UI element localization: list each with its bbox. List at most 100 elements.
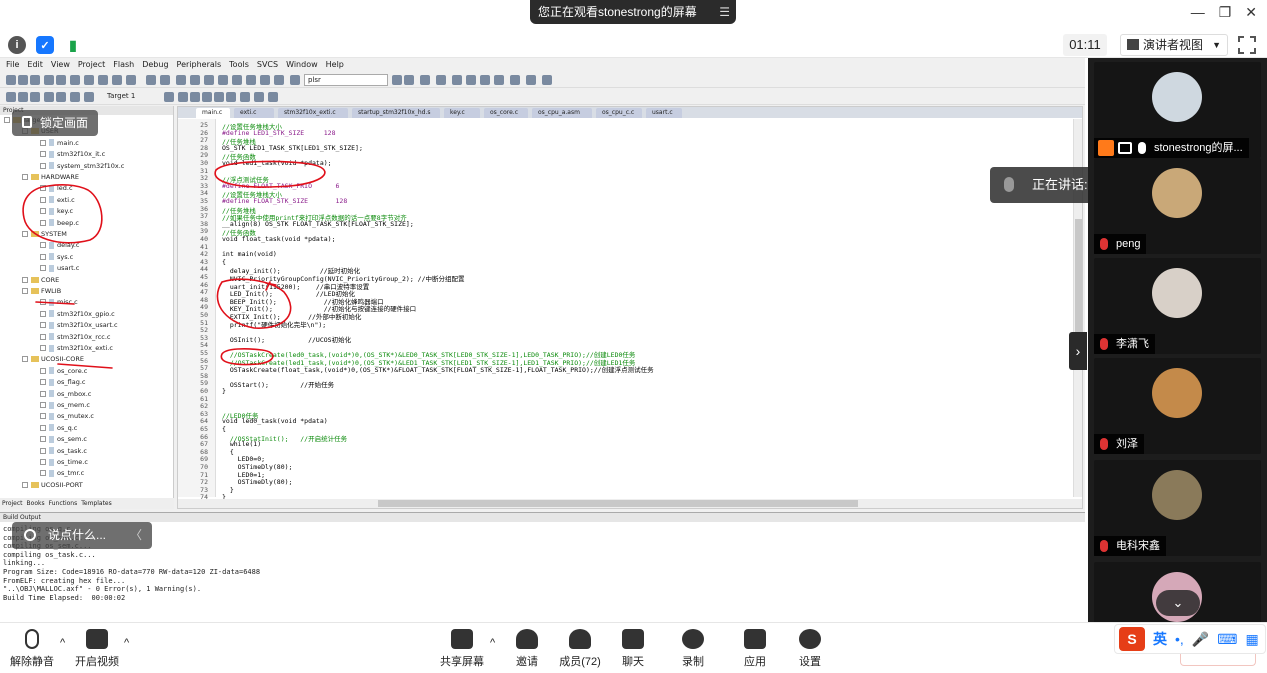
toolbar-button[interactable]	[246, 75, 256, 85]
expand-icon[interactable]	[40, 299, 46, 306]
expand-icon[interactable]	[40, 390, 46, 397]
menu-item[interactable]: Debug	[142, 58, 168, 72]
expand-icon[interactable]	[40, 436, 46, 443]
tree-item[interactable]: key.c	[40, 207, 73, 215]
tree-item[interactable]: os_sem.c	[40, 435, 87, 443]
tree-item[interactable]: HARDWARE	[22, 173, 79, 181]
toolbar-button[interactable]	[480, 75, 490, 85]
invite-button[interactable]: 邀请	[514, 629, 540, 669]
toolbar-button[interactable]	[176, 75, 186, 85]
tree-item[interactable]: stm32f10x_gpio.c	[40, 310, 115, 318]
toolbar-button[interactable]	[452, 75, 462, 85]
target-select[interactable]: Target 1	[107, 92, 135, 100]
keyboard-icon[interactable]: ⌨	[1217, 631, 1237, 648]
scroll-thumb[interactable]	[378, 500, 858, 507]
tree-item[interactable]: os_tmr.c	[40, 469, 84, 477]
toolbar-button[interactable]	[18, 92, 28, 102]
menu-item[interactable]: View	[51, 58, 70, 72]
tree-item[interactable]: usart.c	[40, 264, 79, 272]
expand-icon[interactable]	[40, 310, 46, 317]
toolbar-button[interactable]	[44, 92, 54, 102]
tree-item[interactable]: stm32f10x_usart.c	[40, 321, 118, 329]
record-button[interactable]: 录制	[680, 629, 706, 669]
info-icon[interactable]: i	[8, 36, 26, 54]
toolbar-button[interactable]	[420, 75, 430, 85]
tree-item[interactable]: os_flag.c	[40, 378, 85, 386]
expand-icon[interactable]	[40, 139, 46, 146]
file-tab[interactable]: os_cpu_c.c	[596, 108, 642, 118]
tree-item[interactable]: misc.c	[40, 298, 78, 306]
menu-icon[interactable]: ☰	[719, 0, 730, 24]
toolbar-button[interactable]	[392, 75, 402, 85]
toolbar-button[interactable]	[112, 75, 122, 85]
toolbar-button[interactable]	[178, 92, 188, 102]
toolbar-button[interactable]	[240, 92, 250, 102]
toolbar-button[interactable]	[70, 92, 80, 102]
apps-button[interactable]: 应用	[742, 629, 768, 669]
toolbar-button[interactable]	[542, 75, 552, 85]
toolbar-button[interactable]	[126, 75, 136, 85]
toolbar-button[interactable]	[404, 75, 414, 85]
menu-item[interactable]: Peripherals	[177, 58, 222, 72]
toolbar-button[interactable]	[56, 75, 66, 85]
sogou-icon[interactable]: S	[1119, 627, 1145, 651]
toolbar-button[interactable]	[56, 92, 66, 102]
toolbar-button[interactable]	[466, 75, 476, 85]
tree-item[interactable]: system_stm32f10x.c	[40, 162, 124, 170]
file-tab[interactable]: usart.c	[646, 108, 682, 118]
expand-icon[interactable]	[40, 402, 46, 408]
toolbar-button[interactable]	[84, 92, 94, 102]
file-tab[interactable]: startup_stm32f10x_hd.s	[352, 108, 440, 118]
expand-icon[interactable]	[22, 276, 28, 283]
toolbar-button[interactable]	[226, 92, 236, 102]
expand-icon[interactable]	[22, 356, 28, 363]
toolbar-button[interactable]	[6, 75, 16, 85]
toolbar-button[interactable]	[510, 75, 520, 85]
participant-tile[interactable]: stonestrong的屏...	[1094, 62, 1261, 158]
toolbar-button[interactable]	[436, 75, 446, 85]
expand-icon[interactable]	[22, 174, 28, 180]
unmute-button[interactable]: 解除静音	[10, 629, 54, 669]
toolbar-button[interactable]	[98, 75, 108, 85]
expand-icon[interactable]	[40, 333, 46, 340]
file-tab[interactable]: key.c	[444, 108, 480, 118]
fullscreen-icon[interactable]	[1238, 36, 1256, 54]
menu-item[interactable]: Flash	[113, 58, 134, 72]
participant-tile[interactable]: peng	[1094, 158, 1261, 254]
participant-tile[interactable]: 李潇飞	[1094, 258, 1261, 354]
toolbar-button[interactable]	[290, 75, 300, 85]
tree-item[interactable]: os_mbox.c	[40, 390, 91, 398]
toolbar-button[interactable]	[214, 92, 224, 102]
toolbar-button[interactable]	[202, 92, 212, 102]
toolbar-button[interactable]	[274, 75, 284, 85]
expand-icon[interactable]	[40, 151, 46, 158]
file-tab[interactable]: os_core.c	[484, 108, 528, 118]
close-icon[interactable]: ✕	[1245, 4, 1257, 21]
tree-item[interactable]: SYSTEM	[22, 230, 67, 238]
expand-icon[interactable]	[40, 367, 46, 374]
expand-icon[interactable]	[40, 185, 46, 192]
chat-input-chip[interactable]: 说点什么... 〈	[12, 522, 152, 549]
tree-item[interactable]: UCOSII-CORE	[22, 355, 84, 363]
toolbar-button[interactable]	[30, 92, 40, 102]
expand-icon[interactable]	[40, 413, 46, 420]
tree-item[interactable]: CORE	[22, 276, 59, 284]
tree-item[interactable]: os_mutex.c	[40, 412, 94, 420]
punctuation-icon[interactable]: •,	[1175, 631, 1184, 647]
shield-icon[interactable]: ✓	[36, 36, 54, 54]
toolbar-button[interactable]	[30, 75, 40, 85]
restore-icon[interactable]: ❐	[1219, 4, 1232, 21]
view-mode-dropdown[interactable]: 演讲者视图 ▼	[1120, 34, 1228, 56]
toolbar-button[interactable]	[218, 75, 228, 85]
tree-item[interactable]: stm32f10x_it.c	[40, 150, 105, 158]
tree-item[interactable]: os_mem.c	[40, 401, 90, 409]
members-button[interactable]: 成员(72)	[558, 629, 602, 669]
toolbar-button[interactable]	[526, 75, 536, 85]
expand-icon[interactable]	[40, 345, 46, 351]
chat-button[interactable]: 聊天	[620, 629, 646, 669]
expand-icon[interactable]	[40, 208, 46, 215]
signal-icon[interactable]: ▮	[64, 36, 82, 54]
expand-icon[interactable]	[40, 219, 46, 226]
settings-button[interactable]: 设置	[797, 629, 823, 669]
collapse-panel-button[interactable]: ›	[1069, 332, 1087, 370]
